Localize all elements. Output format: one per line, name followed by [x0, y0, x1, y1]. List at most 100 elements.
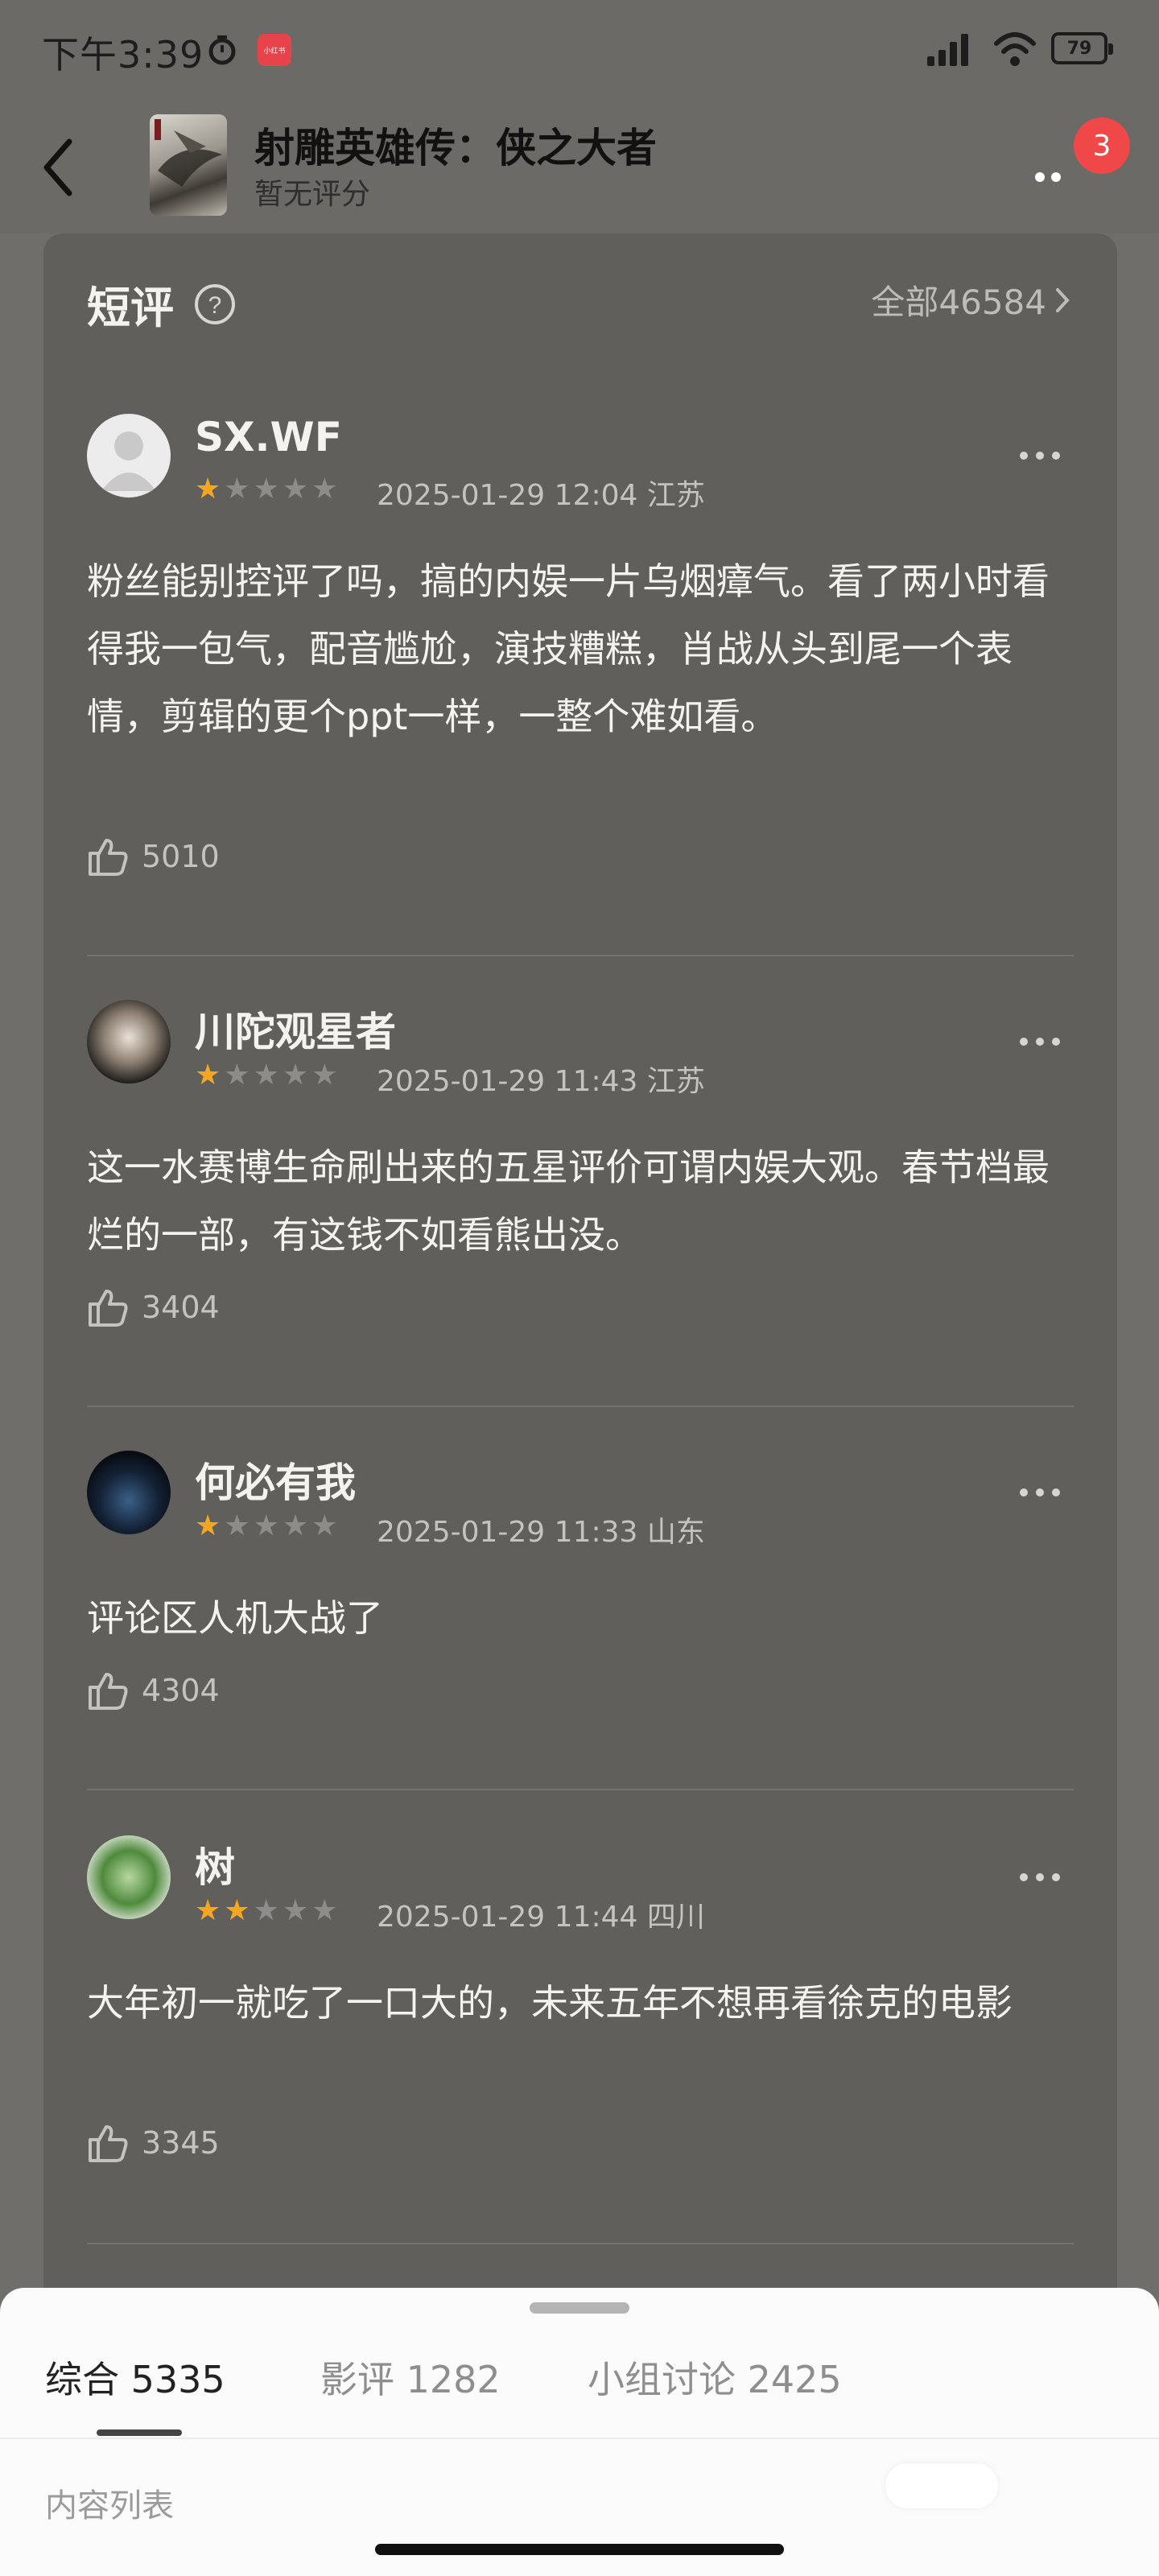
review-username[interactable]: 树	[195, 1835, 235, 1893]
thumbs-up-icon	[89, 1673, 128, 1710]
poster-art	[155, 119, 222, 187]
divider	[0, 2438, 1159, 2439]
like-button[interactable]: 3404	[87, 1286, 220, 1328]
star-empty-icon: ★	[282, 1509, 309, 1542]
divider	[87, 1406, 1074, 1407]
divider	[87, 2243, 1074, 2244]
home-indicator[interactable]	[375, 2544, 784, 2555]
more-dots-icon[interactable]	[1017, 448, 1062, 464]
star-filled-icon: ★	[195, 473, 221, 506]
star-empty-icon: ★	[224, 473, 250, 506]
like-count: 5010	[142, 839, 220, 874]
app-icon-label: 小红书	[263, 47, 286, 56]
wifi-icon	[994, 32, 1036, 66]
thumbs-up-icon	[89, 1290, 128, 1327]
app-notification-icon: 小红书	[258, 34, 291, 66]
tab-comprehensive[interactable]: 综合 5335	[45, 2351, 225, 2404]
sheet-filter-pill[interactable]	[885, 2463, 998, 2508]
like-button[interactable]: 4304	[87, 1670, 220, 1711]
review-meta: 2025-01-29 11:43 江苏	[377, 1065, 705, 1098]
review-meta: 2025-01-29 11:44 四川	[377, 1901, 705, 1934]
star-empty-icon: ★	[311, 473, 338, 506]
avatar[interactable]	[87, 1451, 171, 1534]
more-dots-icon[interactable]	[1017, 1034, 1062, 1050]
more-dots-icon[interactable]	[1032, 145, 1080, 193]
battery-level: 79	[1066, 38, 1092, 59]
star-empty-icon: ★	[282, 1059, 309, 1092]
review-meta: 2025-01-29 11:33 山东	[377, 1516, 705, 1549]
avatar[interactable]	[87, 1835, 171, 1919]
back-button[interactable]	[29, 127, 87, 208]
like-button[interactable]: 3345	[87, 2122, 220, 2164]
view-all-label: 全部46584	[871, 283, 1046, 322]
review-username[interactable]: 川陀观星者	[195, 1000, 396, 1058]
star-filled-icon: ★	[195, 1894, 221, 1927]
more-dots-icon[interactable]	[1017, 1869, 1062, 1885]
star-rating: ★ ★ ★ ★ ★	[195, 1512, 340, 1541]
star-empty-icon: ★	[224, 1059, 250, 1092]
star-empty-icon: ★	[311, 1059, 338, 1092]
divider	[87, 955, 1074, 956]
star-rating: ★ ★ ★ ★ ★	[195, 1897, 340, 1926]
review-item: SX.WF ★ ★ ★ ★ ★ 2025-01-29 12:04 江苏 粉丝能别…	[87, 414, 1074, 876]
help-icon[interactable]: ?	[193, 283, 237, 326]
review-text: 粉丝能别控评了吗，搞的内娱一片乌烟瘴气。看了两小时看得我一包气，配音尴尬，演技糟…	[87, 559, 1050, 738]
status-bar: 下午3:39 小红书 79	[0, 0, 1159, 100]
nav-bar: 射雕英雄传：侠之大者 暂无评分 3	[0, 100, 1159, 233]
star-rating: ★ ★ ★ ★ ★	[195, 475, 340, 504]
star-empty-icon: ★	[282, 1894, 309, 1927]
review-item: 川陀观星者 ★ ★ ★ ★ ★ 2025-01-29 11:43 江苏 这一水赛…	[87, 1000, 1074, 1338]
like-count: 4304	[142, 1673, 220, 1708]
clock-icon	[208, 35, 236, 65]
review-meta: 2025-01-29 12:04 江苏	[377, 479, 705, 512]
back-arrow-icon	[43, 138, 72, 196]
star-filled-icon: ★	[195, 1509, 221, 1542]
battery-icon: 79	[1051, 32, 1113, 64]
view-all-link[interactable]: 全部46584	[871, 275, 1070, 324]
section-title: 短评	[87, 283, 174, 333]
content-list-label: 内容列表	[45, 2487, 174, 2524]
review-text: 这一水赛博生命刷出来的五星评价可谓内娱大观。春节档最烂的一部，有这钱不如看熊出没…	[87, 1146, 1050, 1257]
svg-text:?: ?	[208, 292, 222, 319]
star-empty-icon: ★	[253, 473, 279, 506]
notification-badge[interactable]: 3	[1074, 118, 1130, 174]
avatar[interactable]	[87, 414, 171, 497]
section-header: 短评 ?	[87, 272, 237, 336]
movie-poster-thumbnail[interactable]	[150, 114, 227, 216]
default-avatar-icon	[101, 431, 156, 491]
movie-title: 射雕英雄传：侠之大者	[254, 125, 657, 171]
star-rating: ★ ★ ★ ★ ★	[195, 1061, 340, 1090]
star-empty-icon: ★	[311, 1894, 338, 1927]
like-count: 3345	[142, 2125, 220, 2161]
like-count: 3404	[142, 1290, 220, 1325]
divider	[87, 1789, 1074, 1790]
star-empty-icon: ★	[282, 473, 309, 506]
review-item: 树 ★ ★ ★ ★ ★ 2025-01-29 11:44 四川 大年初一就吃了一…	[87, 1835, 1074, 2174]
movie-rating-status: 暂无评分	[254, 178, 371, 211]
status-time: 下午3:39	[42, 33, 204, 76]
chevron-right-icon	[1056, 287, 1070, 312]
tab-reviews[interactable]: 影评 1282	[320, 2351, 501, 2404]
star-filled-icon: ★	[195, 1059, 221, 1092]
star-filled-icon: ★	[224, 1894, 250, 1927]
review-text: 大年初一就吃了一口大的，未来五年不想再看徐克的电影	[87, 1981, 1013, 2025]
review-username[interactable]: SX.WF	[195, 414, 342, 460]
review-text: 评论区人机大战了	[87, 1596, 383, 1640]
signal-icon	[927, 34, 968, 66]
short-reviews-card: 短评 ? 全部46584 SX.WF ★ ★ ★ ★ ★ 2025-01-29 …	[43, 233, 1117, 2326]
tab-group-discussion[interactable]: 小组讨论 2425	[588, 2351, 842, 2404]
active-tab-indicator	[97, 2429, 182, 2436]
review-username[interactable]: 何必有我	[195, 1451, 356, 1509]
star-empty-icon: ★	[253, 1059, 279, 1092]
more-dots-icon[interactable]	[1017, 1484, 1062, 1501]
like-button[interactable]: 5010	[87, 836, 220, 877]
thumbs-up-icon	[89, 839, 128, 876]
star-empty-icon: ★	[253, 1894, 279, 1927]
avatar[interactable]	[87, 1000, 171, 1084]
star-empty-icon: ★	[253, 1509, 279, 1542]
review-item: 何必有我 ★ ★ ★ ★ ★ 2025-01-29 11:33 山东 评论区人机…	[87, 1451, 1074, 1757]
bottom-sheet: 综合 5335 影评 1282 小组讨论 2425 内容列表	[0, 2288, 1159, 2576]
drag-handle[interactable]	[530, 2302, 629, 2314]
star-empty-icon: ★	[224, 1509, 250, 1542]
star-empty-icon: ★	[311, 1509, 338, 1542]
